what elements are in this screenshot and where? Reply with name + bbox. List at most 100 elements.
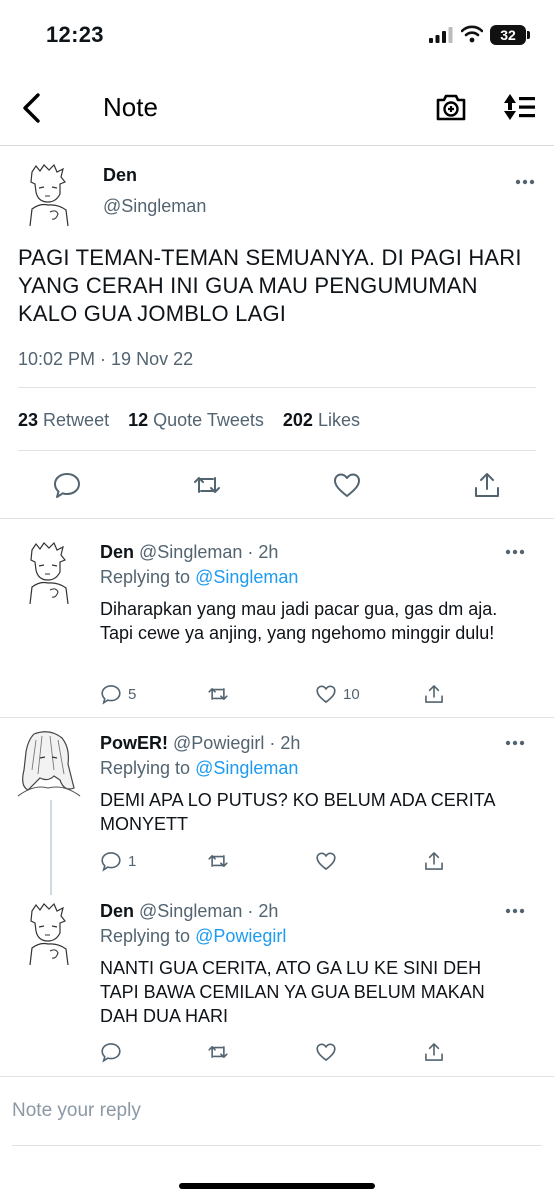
reply-author-handle[interactable]: @Singleman — [139, 542, 242, 562]
tweet-timestamp: 10:02 PM · 19 Nov 22 — [18, 349, 194, 369]
reply-text: Diharapkan yang mau jadi pacar gua, gas … — [100, 599, 498, 643]
reply-input[interactable]: Note your reply — [12, 1100, 141, 1122]
avatar-drawing — [29, 541, 69, 605]
retweet-count: 23 — [18, 410, 39, 430]
reply-author-name[interactable]: PowER! — [100, 733, 168, 753]
retweet-icon — [208, 855, 228, 867]
like-action[interactable]: 10 — [315, 682, 360, 706]
quote-count: 12 — [128, 410, 149, 430]
reply-time: · 2h — [247, 542, 279, 562]
replying-to: Replying to @Powiegirl — [100, 926, 286, 947]
avatar-drawing — [17, 731, 81, 797]
replying-to-link[interactable]: @Singleman — [195, 567, 298, 587]
reply-text: DEMI APA LO PUTUS? KO BELUM ADA CERITA M… — [100, 790, 495, 834]
replying-to-label: Replying to — [100, 926, 191, 946]
retweet-icon — [208, 1046, 228, 1058]
share-action[interactable] — [423, 1040, 445, 1064]
retweet-action[interactable] — [207, 1040, 229, 1064]
like-action[interactable] — [315, 1040, 343, 1064]
avatar[interactable] — [22, 541, 74, 605]
like-action[interactable] — [315, 849, 343, 873]
battery-nub — [527, 31, 530, 39]
reply-action[interactable]: 1 — [100, 849, 136, 873]
comment-icon — [101, 852, 121, 872]
replying-to: Replying to @Singleman — [100, 567, 298, 588]
quote-label: Quote Tweets — [153, 410, 264, 430]
comment-icon[interactable] — [52, 470, 82, 500]
tweet-text: PAGI TEMAN-TEMAN SEMUANYA. DI PAGI HARI … — [18, 245, 522, 326]
heart-icon — [316, 1043, 336, 1062]
replying-to: Replying to @Singleman — [100, 758, 298, 779]
retweet-icon[interactable] — [192, 470, 222, 500]
retweet-action[interactable] — [207, 849, 229, 873]
replying-to-label: Replying to — [100, 758, 191, 778]
retweet-icon — [208, 688, 228, 700]
divider — [0, 518, 554, 519]
reply-header: PowER! @Powiegirl · 2h — [100, 733, 300, 754]
thread-connector — [50, 800, 52, 895]
divider — [0, 1076, 554, 1077]
retweet-stat[interactable]: 23 Retweet — [18, 410, 109, 430]
reply-author-name[interactable]: Den — [100, 901, 134, 921]
avatar-drawing — [29, 163, 69, 227]
divider — [18, 387, 536, 388]
battery-indicator: 32 — [490, 25, 526, 45]
avatar-drawing — [29, 902, 69, 966]
reply-count: 5 — [128, 685, 137, 703]
reply-text: NANTI GUA CERITA, ATO GA LU KE SINI DEH … — [100, 958, 485, 1026]
avatar[interactable] — [22, 902, 74, 966]
chevron-left-icon[interactable] — [18, 92, 46, 124]
reply-header: Den @Singleman · 2h — [100, 542, 278, 563]
author-handle[interactable]: @Singleman — [103, 196, 206, 217]
share-icon — [425, 685, 443, 703]
comment-icon — [101, 1043, 121, 1063]
page-title: Note — [103, 92, 158, 122]
share-action[interactable] — [423, 682, 445, 706]
camera-plus-icon[interactable] — [435, 92, 467, 122]
share-icon — [425, 1043, 443, 1061]
comment-icon — [101, 685, 121, 705]
heart-icon — [316, 685, 336, 704]
nav-bar: Note — [0, 70, 554, 146]
retweet-action[interactable] — [207, 682, 229, 706]
reply-action[interactable] — [100, 1040, 128, 1064]
heart-icon — [316, 852, 336, 871]
cellular-signal-icon — [429, 27, 453, 43]
more-dots-icon[interactable] — [505, 549, 525, 555]
reply-count: 1 — [128, 852, 137, 870]
author-name[interactable]: Den — [103, 165, 137, 186]
avatar[interactable] — [22, 163, 74, 227]
heart-icon[interactable] — [332, 470, 362, 500]
reply-input-underline — [12, 1145, 542, 1146]
quote-stat[interactable]: 12 Quote Tweets — [128, 410, 264, 430]
more-dots-icon[interactable] — [515, 179, 535, 185]
more-dots-icon[interactable] — [505, 908, 525, 914]
share-icon[interactable] — [472, 470, 502, 500]
like-label: Likes — [317, 410, 360, 430]
like-count: 10 — [343, 685, 360, 703]
tweet-stats: 23 Retweet 12 Quote Tweets 202 Likes — [18, 410, 360, 431]
share-action[interactable] — [423, 849, 445, 873]
reply-time: · 2h — [247, 901, 279, 921]
replying-to-link[interactable]: @Powiegirl — [195, 926, 286, 946]
like-count: 202 — [282, 410, 313, 430]
reply-action[interactable]: 5 — [100, 682, 136, 706]
reply-author-handle[interactable]: @Powiegirl — [173, 733, 264, 753]
retweet-label: Retweet — [43, 410, 110, 430]
replying-to-link[interactable]: @Singleman — [195, 758, 298, 778]
like-stat[interactable]: 202 Likes — [283, 410, 360, 430]
replying-to-label: Replying to — [100, 567, 191, 587]
divider — [18, 450, 536, 451]
avatar[interactable] — [14, 730, 84, 798]
more-dots-icon[interactable] — [505, 740, 525, 746]
share-icon — [425, 852, 443, 870]
reply-time: · 2h — [269, 733, 301, 753]
sort-arrows-icon[interactable] — [502, 92, 536, 122]
status-time: 12:23 — [46, 22, 104, 47]
status-bar: 12:23 32 — [0, 0, 554, 70]
reply-author-name[interactable]: Den — [100, 542, 134, 562]
divider — [0, 717, 554, 718]
reply-header: Den @Singleman · 2h — [100, 901, 278, 922]
home-indicator[interactable] — [179, 1183, 375, 1189]
reply-author-handle[interactable]: @Singleman — [139, 901, 242, 921]
